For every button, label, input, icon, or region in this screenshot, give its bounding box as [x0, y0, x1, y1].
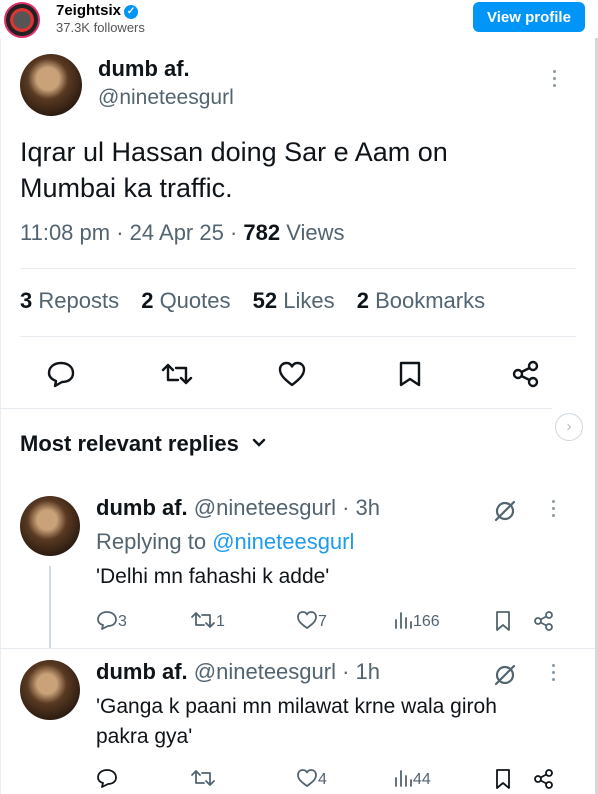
divider: [0, 648, 595, 649]
tweet-text: Iqrar ul Hassan doing Sar e Aam on Mumba…: [20, 137, 448, 203]
tweet-stats: 3 Reposts 2 Quotes 52 Likes 2 Bookmarks: [20, 288, 501, 314]
tweet-author-name[interactable]: dumb af.: [98, 56, 190, 82]
likes-stat[interactable]: 52 Likes: [253, 288, 335, 313]
like-icon[interactable]: [277, 360, 307, 388]
account-avatar[interactable]: [4, 2, 40, 38]
grok-icon[interactable]: [492, 662, 518, 688]
bookmarks-stat[interactable]: 2 Bookmarks: [357, 288, 485, 313]
tweet-meta: 11:08 pm · 24 Apr 25 · 782 Views: [20, 220, 345, 246]
tweet-author-handle[interactable]: @nineteesgurl: [98, 86, 234, 110]
tweet-views-label: Views: [280, 220, 345, 245]
repost-icon: [191, 612, 215, 628]
replies-sort-dropdown[interactable]: Most relevant replies: [20, 431, 267, 457]
tweet-action-bar: [0, 356, 598, 392]
like-icon: [297, 769, 317, 787]
repost-icon[interactable]: [160, 360, 194, 388]
replying-to-link[interactable]: @nineteesgurl: [212, 529, 354, 554]
reposts-label: Reposts: [32, 288, 120, 313]
reply-repost-button[interactable]: [190, 768, 216, 789]
reply-count: 3: [118, 613, 127, 630]
like-count: 7: [318, 613, 327, 630]
reposts-count: 3: [20, 288, 33, 313]
likes-label: Likes: [277, 288, 335, 313]
reply-author-name[interactable]: dumb af.: [96, 495, 188, 520]
reply-views-button[interactable]: 44: [393, 768, 431, 789]
reply-header: dumb af. @nineteesgurl · 3h: [96, 495, 380, 521]
reposts-stat[interactable]: 3 Reposts: [20, 288, 119, 313]
repost-count: 1: [216, 613, 225, 630]
reply-handle-time[interactable]: @nineteesgurl · 1h: [188, 659, 380, 684]
views-count: 44: [413, 771, 431, 788]
like-icon: [297, 611, 317, 629]
share-icon[interactable]: [511, 360, 541, 388]
reply-author-avatar[interactable]: [20, 660, 80, 720]
reply-repost-button[interactable]: 1: [190, 610, 225, 631]
thread-line: [49, 566, 51, 648]
replying-to: Replying to @nineteesgurl: [96, 529, 354, 555]
share-icon[interactable]: [533, 768, 555, 790]
views-count: 166: [413, 613, 440, 630]
reply-icon: [97, 611, 117, 630]
chevron-right-icon[interactable]: ›: [555, 413, 583, 441]
repost-icon: [191, 770, 215, 786]
bookmark-icon[interactable]: [397, 360, 423, 388]
reply-author-name[interactable]: dumb af.: [96, 659, 188, 684]
reply-author-avatar[interactable]: [20, 496, 80, 556]
grok-icon[interactable]: [492, 498, 518, 524]
reply-handle-time[interactable]: @nineteesgurl · 3h: [188, 495, 380, 520]
bookmarks-count: 2: [356, 288, 369, 313]
account-name-row[interactable]: 7eightsix ✓: [56, 2, 139, 19]
reply-like-button[interactable]: 7: [296, 610, 327, 631]
account-name[interactable]: 7eightsix: [56, 2, 121, 19]
share-icon[interactable]: [533, 610, 555, 632]
more-options-icon[interactable]: [552, 500, 556, 521]
like-count: 4: [318, 771, 327, 788]
reply-like-button[interactable]: 4: [296, 768, 327, 789]
divider: [20, 336, 576, 337]
reply-icon[interactable]: [46, 360, 76, 388]
replies-section-title: Most relevant replies: [20, 431, 239, 456]
divider: [0, 408, 552, 409]
reply-icon: [97, 769, 117, 788]
replying-to-label: Replying to: [96, 529, 213, 554]
reply-text: 'Delhi mn fahashi k adde': [96, 565, 330, 588]
reply-header: dumb af. @nineteesgurl · 1h: [96, 659, 380, 685]
reply-text: 'Ganga k paani mn milawat krne wala giro…: [96, 695, 497, 748]
view-profile-button[interactable]: View profile: [473, 2, 585, 32]
bookmarks-label: Bookmarks: [368, 288, 486, 313]
tweet-views-count: 782: [243, 220, 281, 245]
quotes-label: Quotes: [153, 288, 231, 313]
quotes-count: 2: [141, 288, 154, 313]
more-options-icon[interactable]: [552, 664, 556, 685]
reply-views-button[interactable]: 166: [393, 610, 440, 631]
tweet-author-avatar[interactable]: [20, 54, 82, 116]
bookmark-icon[interactable]: [494, 768, 512, 790]
chevron-down-icon: [252, 438, 266, 447]
likes-count: 52: [252, 288, 278, 313]
reply-reply-button[interactable]: 3: [96, 610, 127, 631]
views-icon: [395, 612, 412, 629]
divider: [20, 268, 576, 269]
followers-count: 37.3K followers: [56, 20, 145, 35]
tweet-timestamp[interactable]: 11:08 pm · 24 Apr 25 ·: [20, 220, 243, 245]
more-options-icon[interactable]: [553, 70, 557, 91]
reply-reply-button[interactable]: [96, 768, 118, 789]
quotes-stat[interactable]: 2 Quotes: [141, 288, 230, 313]
verified-badge-icon: ✓: [124, 5, 139, 19]
views-icon: [395, 770, 412, 787]
bookmark-icon[interactable]: [494, 610, 512, 632]
embed-header: 7eightsix ✓ 37.3K followers View profile: [0, 0, 598, 38]
